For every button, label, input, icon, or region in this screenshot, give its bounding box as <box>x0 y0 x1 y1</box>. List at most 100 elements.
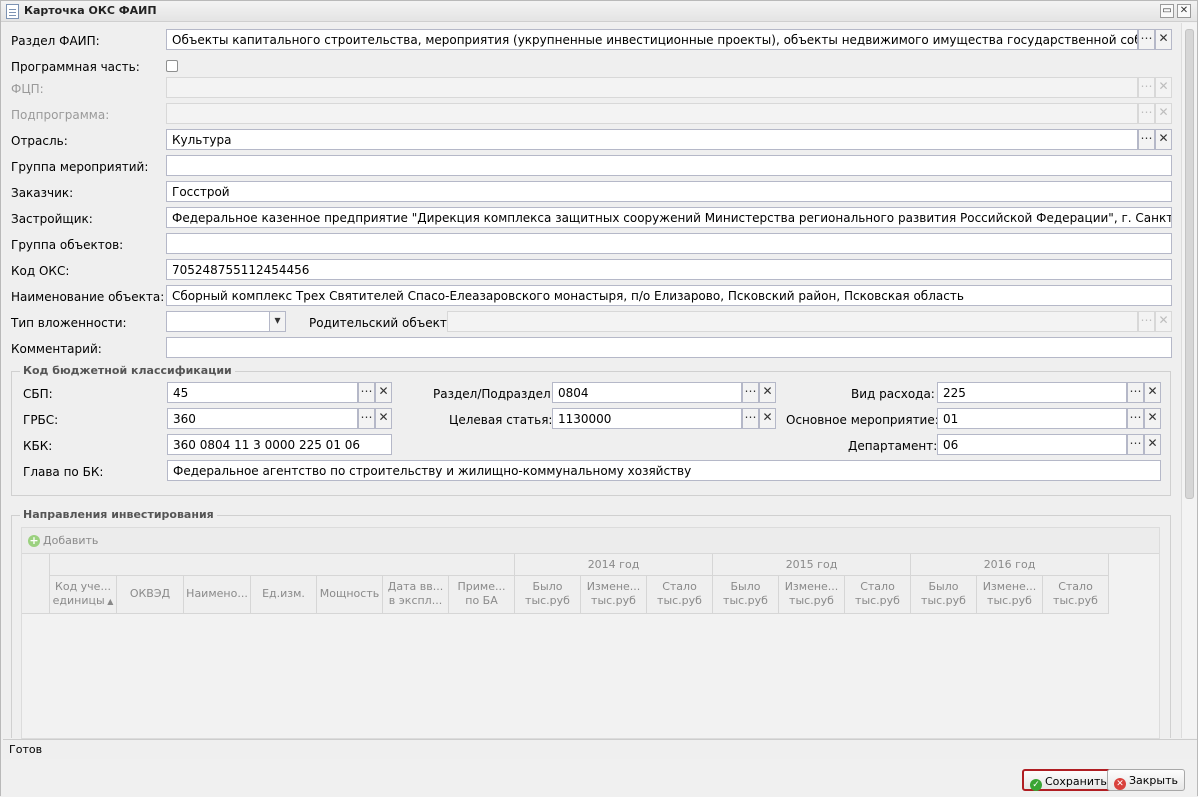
zakazchik-field[interactable]: Госстрой <box>166 181 1172 202</box>
vid-rashoda-label: Вид расхода: <box>851 387 935 401</box>
programmnaya-checkbox[interactable] <box>166 60 178 72</box>
razdel-field[interactable]: Объекты капитального строительства, меро… <box>166 29 1138 50</box>
glava-field[interactable]: Федеральное агентство по строительству и… <box>167 460 1161 481</box>
razdel-clear-button[interactable]: ✕ <box>1155 29 1172 50</box>
grid-year-column-header[interactable]: Было тыс.руб <box>911 576 977 614</box>
podprogramma-lookup-button[interactable]: ⋯ <box>1138 103 1155 124</box>
departament-clear-button[interactable]: ✕ <box>1144 434 1161 455</box>
sbp-field[interactable]: 45 <box>167 382 358 403</box>
fcp-lookup-button[interactable]: ⋯ <box>1138 77 1155 98</box>
grid-column-header[interactable]: Наимено... <box>184 576 251 614</box>
fcp-field[interactable] <box>166 77 1138 98</box>
celevaya-field[interactable]: 1130000 <box>552 408 742 429</box>
celevaya-clear-button[interactable]: ✕ <box>759 408 776 429</box>
roditelsky-field[interactable] <box>447 311 1138 332</box>
podprogramma-field[interactable] <box>166 103 1138 124</box>
close-label: Закрыть <box>1129 774 1178 787</box>
window: Карточка ОКС ФАИП ▭ ✕ Раздел ФАИП: Объек… <box>0 0 1198 797</box>
invest-legend: Направления инвестирования <box>20 508 217 521</box>
grbs-label: ГРБС: <box>23 413 59 427</box>
vid-rashoda-clear-button[interactable]: ✕ <box>1144 382 1161 403</box>
sbp-lookup-button[interactable]: ⋯ <box>358 382 375 403</box>
osnovnoe-clear-button[interactable]: ✕ <box>1144 408 1161 429</box>
gruppa-obektov-field[interactable] <box>166 233 1172 254</box>
kod-oks-label: Код ОКС: <box>11 264 70 278</box>
sbp-clear-button[interactable]: ✕ <box>375 382 392 403</box>
osnovnoe-lookup-button[interactable]: ⋯ <box>1127 408 1144 429</box>
tip-vlozhennosti-label: Тип вложенности: <box>11 316 127 330</box>
glava-label: Глава по БК: <box>23 465 104 479</box>
kod-oks-field[interactable]: 705248755112454456 <box>166 259 1172 280</box>
osnovnoe-field[interactable]: 01 <box>937 408 1127 429</box>
grid-year-header[interactable]: 2014 год <box>515 554 713 576</box>
gruppa-meropriyatiy-label: Группа мероприятий: <box>11 160 149 174</box>
grid-year-column-header[interactable]: Стало тыс.руб <box>1043 576 1109 614</box>
roditelsky-lookup-button[interactable]: ⋯ <box>1138 311 1155 332</box>
grbs-clear-button[interactable]: ✕ <box>375 408 392 429</box>
grid-year-column-header[interactable]: Измене... тыс.руб <box>977 576 1043 614</box>
grid-year-column-header[interactable]: Было тыс.руб <box>515 576 581 614</box>
grid-column-header[interactable]: Дата вв... в экспл... <box>383 576 449 614</box>
vid-rashoda-lookup-button[interactable]: ⋯ <box>1127 382 1144 403</box>
razdel-label: Раздел ФАИП: <box>11 34 100 48</box>
grid-year-column-header[interactable]: Стало тыс.руб <box>647 576 713 614</box>
grbs-lookup-button[interactable]: ⋯ <box>358 408 375 429</box>
roditelsky-label: Родительский объект: <box>309 316 451 330</box>
grbs-field[interactable]: 360 <box>167 408 358 429</box>
razdel-podrazdel-label: Раздел/Подраздел: <box>433 387 555 401</box>
close-window-button[interactable]: ✕ <box>1177 4 1191 18</box>
otrasl-lookup-button[interactable]: ⋯ <box>1138 129 1155 150</box>
title-bar: Карточка ОКС ФАИП ▭ ✕ <box>1 1 1197 22</box>
grid-column-header[interactable]: Мощность <box>317 576 383 614</box>
osnovnoe-label: Основное мероприятие: <box>786 413 939 427</box>
restore-button[interactable]: ▭ <box>1160 4 1174 18</box>
status-bar: Готов <box>3 739 1197 759</box>
otrasl-field[interactable]: Культура <box>166 129 1138 150</box>
grid-year-column-header[interactable]: Измене... тыс.руб <box>779 576 845 614</box>
razdel-podrazdel-field[interactable]: 0804 <box>552 382 742 403</box>
departament-field[interactable]: 06 <box>937 434 1127 455</box>
grid-column-header[interactable]: Приме... по БА <box>449 576 515 614</box>
tip-vlozhennosti-dropdown-icon[interactable]: ▾ <box>269 311 286 332</box>
celevaya-label: Целевая статья: <box>449 413 553 427</box>
scrollbar-thumb[interactable] <box>1185 29 1194 499</box>
tip-vlozhennosti-select[interactable] <box>166 311 270 332</box>
razdel-podrazdel-lookup-button[interactable]: ⋯ <box>742 382 759 403</box>
add-icon: + <box>28 534 40 547</box>
grid-year-header[interactable]: 2015 год <box>713 554 911 576</box>
grid-year-column-header[interactable]: Измене... тыс.руб <box>581 576 647 614</box>
fcp-clear-button[interactable]: ✕ <box>1155 77 1172 98</box>
grid-year-header[interactable]: 2016 год <box>911 554 1109 576</box>
zastroyshik-field[interactable]: Федеральное казенное предприятие "Дирекц… <box>166 207 1172 228</box>
add-button[interactable]: + Добавить <box>28 534 98 547</box>
otrasl-clear-button[interactable]: ✕ <box>1155 129 1172 150</box>
kbk-legend: Код бюджетной классификации <box>20 364 235 377</box>
grid-column-header[interactable]: ОКВЭД <box>117 576 184 614</box>
grid-column-header[interactable]: Ед.изм. <box>251 576 317 614</box>
departament-lookup-button[interactable]: ⋯ <box>1127 434 1144 455</box>
kommentariy-field[interactable] <box>166 337 1172 358</box>
roditelsky-clear-button[interactable]: ✕ <box>1155 311 1172 332</box>
close-button[interactable]: ✕ Закрыть <box>1107 769 1185 791</box>
naimenovanie-field[interactable]: Сборный комплекс Трех Святителей Спасо-Е… <box>166 285 1172 306</box>
razdel-podrazdel-clear-button[interactable]: ✕ <box>759 382 776 403</box>
close-icon: ✕ <box>1114 778 1126 790</box>
celevaya-lookup-button[interactable]: ⋯ <box>742 408 759 429</box>
vertical-scrollbar[interactable] <box>1181 23 1197 738</box>
grid-year-column-header[interactable]: Стало тыс.руб <box>845 576 911 614</box>
podprogramma-label: Подпрограмма: <box>11 108 110 122</box>
save-icon: ✓ <box>1030 779 1042 791</box>
kbk-field[interactable]: 360 0804 11 3 0000 225 01 06 <box>167 434 392 455</box>
grid-year-column-header[interactable]: Было тыс.руб <box>713 576 779 614</box>
zakazchik-label: Заказчик: <box>11 186 74 200</box>
add-button-label: Добавить <box>43 534 99 547</box>
vid-rashoda-field[interactable]: 225 <box>937 382 1127 403</box>
grid-column-header[interactable]: Код уче... единицы ▲ <box>50 576 117 614</box>
razdel-lookup-button[interactable]: ⋯ <box>1138 29 1155 50</box>
zastroyshik-label: Застройщик: <box>11 212 93 226</box>
save-button[interactable]: ✓ Сохранить <box>1022 769 1115 791</box>
document-icon <box>6 4 19 19</box>
invest-grid: + Добавить Код уче... единицы ▲ ОКВЭД Наимен… <box>21 527 1160 739</box>
gruppa-meropriyatiy-field[interactable] <box>166 155 1172 176</box>
podprogramma-clear-button[interactable]: ✕ <box>1155 103 1172 124</box>
